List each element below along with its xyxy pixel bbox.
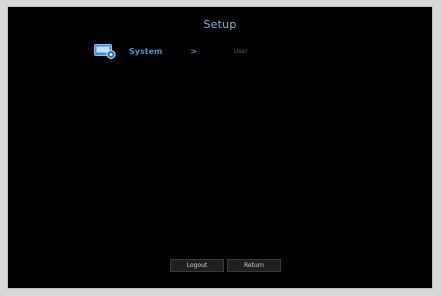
breadcrumb: System > User bbox=[94, 43, 248, 59]
breadcrumb-system-label[interactable]: System bbox=[129, 47, 162, 56]
return-button[interactable]: Return bbox=[227, 259, 281, 272]
breadcrumb-user-label: User bbox=[234, 47, 248, 55]
logout-button[interactable]: Logout bbox=[170, 259, 224, 272]
chevron-right-icon: > bbox=[190, 46, 198, 56]
page-title: Setup bbox=[203, 18, 237, 31]
system-monitor-icon[interactable] bbox=[94, 43, 117, 59]
setup-window: Setup System > User Logout Return bbox=[7, 6, 433, 289]
